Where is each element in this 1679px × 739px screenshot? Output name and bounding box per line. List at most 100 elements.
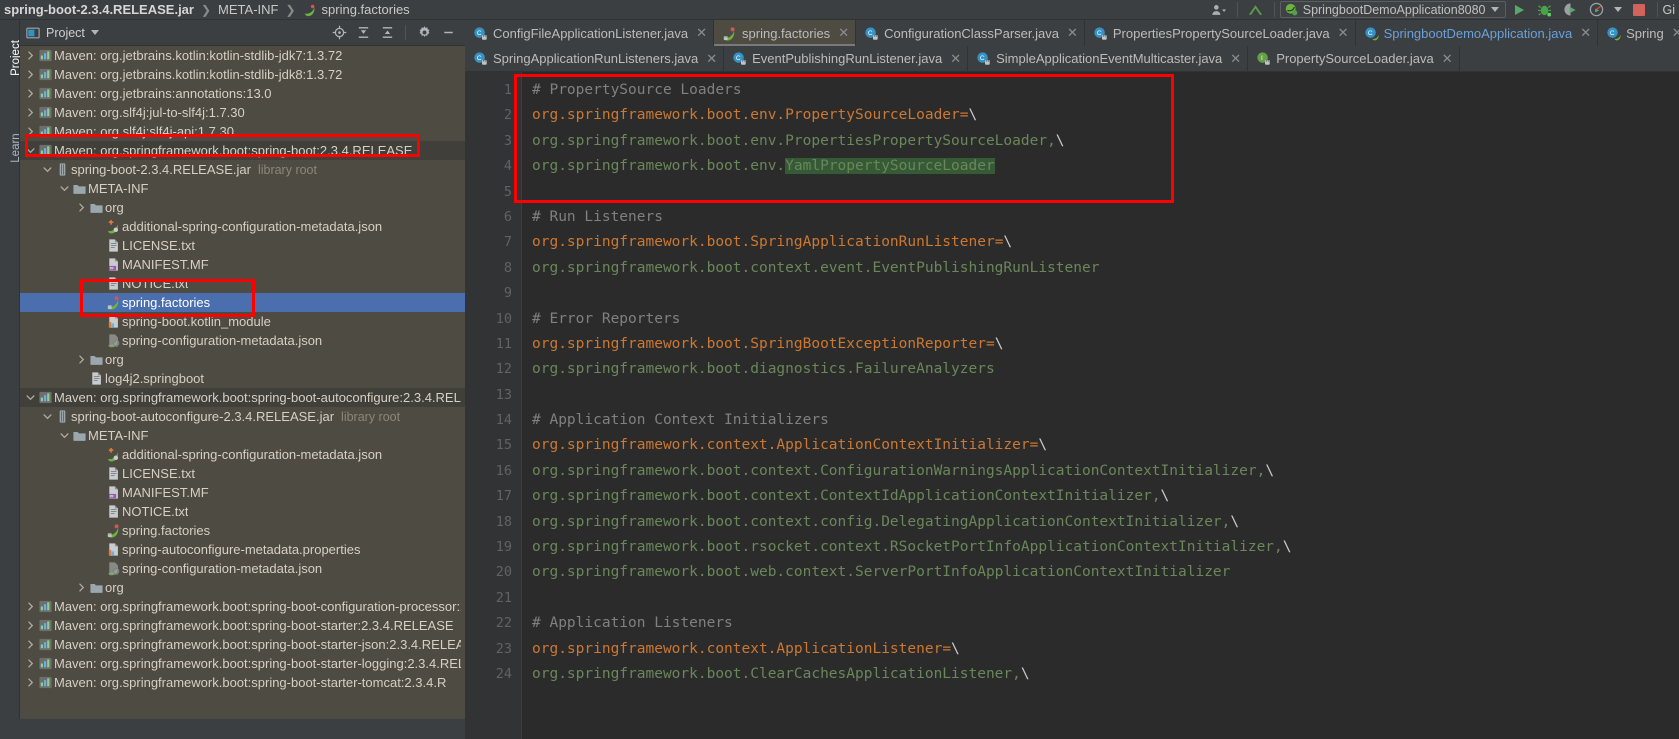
- editor-tab[interactable]: C ConfigFileApplicationListener.java ✕: [465, 20, 715, 46]
- code-content[interactable]: # PropertySource Loaders org.springframew…: [521, 72, 1679, 739]
- code-line[interactable]: org.springframework.boot.ClearCachesAppl…: [532, 662, 1679, 687]
- tree-row[interactable]: spring-boot-autoconfigure-2.3.4.RELEASE.…: [20, 407, 465, 426]
- code-line[interactable]: org.springframework.boot.diagnostics.Fai…: [532, 357, 1679, 382]
- search-everywhere-label[interactable]: Gi: [1663, 3, 1676, 17]
- tree-row[interactable]: org: [20, 350, 465, 369]
- code-line[interactable]: org.springframework.boot.SpringBootExcep…: [532, 332, 1679, 357]
- code-line[interactable]: # Application Context Initializers: [532, 408, 1679, 433]
- tree-row[interactable]: spring-boot.kotlin_module: [20, 312, 465, 331]
- tree-row[interactable]: Maven: org.springframework.boot:spring-b…: [20, 635, 465, 654]
- code-line[interactable]: org.springframework.boot.env.PropertySou…: [532, 103, 1679, 128]
- tree-row[interactable]: spring-boot-2.3.4.RELEASE.jar library roo…: [20, 160, 465, 179]
- tree-row[interactable]: spring.factories: [20, 521, 465, 540]
- tree-row[interactable]: LICENSE.txt: [20, 236, 465, 255]
- chevron-right-icon[interactable]: [24, 621, 37, 630]
- chevron-right-icon[interactable]: [24, 51, 37, 60]
- code-line[interactable]: org.springframework.boot.context.Context…: [532, 484, 1679, 509]
- tree-row[interactable]: spring-configuration-metadata.json: [20, 331, 465, 350]
- code-line[interactable]: [532, 281, 1679, 306]
- chevron-right-icon[interactable]: [75, 355, 88, 364]
- close-icon[interactable]: ✕: [1442, 51, 1453, 67]
- expand-all-icon[interactable]: [352, 22, 374, 44]
- code-line[interactable]: # Error Reporters: [532, 307, 1679, 332]
- chevron-right-icon[interactable]: [24, 602, 37, 611]
- debug-bug-icon[interactable]: [1532, 0, 1558, 20]
- code-line[interactable]: org.springframework.boot.context.config.…: [532, 510, 1679, 535]
- tree-row[interactable]: META-INF: [20, 179, 465, 198]
- tree-row[interactable]: NOTICE.txt: [20, 274, 465, 293]
- close-icon[interactable]: ✕: [1230, 51, 1241, 67]
- run-play-icon[interactable]: [1506, 0, 1532, 20]
- chevron-down-icon[interactable]: [58, 431, 71, 440]
- project-tree[interactable]: Maven: org.jetbrains.kotlin:kotlin-stdli…: [20, 46, 465, 692]
- tree-row[interactable]: Maven: org.jetbrains:annotations:13.0: [20, 84, 465, 103]
- tree-row[interactable]: Maven: org.jetbrains.kotlin:kotlin-stdli…: [20, 46, 465, 65]
- editor-tab[interactable]: C SpringbootDemoApplication.java ✕: [1355, 20, 1599, 46]
- locate-target-icon[interactable]: [328, 22, 350, 44]
- tree-row[interactable]: Maven: org.slf4j:slf4j-api:1.7.30: [20, 122, 465, 141]
- tree-row[interactable]: NOTICE.txt: [20, 502, 465, 521]
- hide-minus-icon[interactable]: [437, 22, 459, 44]
- tree-row[interactable]: MF MANIFEST.MF: [20, 483, 465, 502]
- tree-row[interactable]: LICENSE.txt: [20, 464, 465, 483]
- tree-row[interactable]: additional-spring-configuration-metadata…: [20, 445, 465, 464]
- chevron-down-icon[interactable]: [41, 165, 54, 174]
- chevron-right-icon[interactable]: [24, 659, 37, 668]
- chevron-down-icon[interactable]: [24, 393, 37, 402]
- breadcrumb-item-metainf[interactable]: META-INF: [218, 2, 278, 17]
- stop-square-icon[interactable]: [1626, 0, 1652, 20]
- profiler-icon[interactable]: [1584, 0, 1610, 20]
- chevron-right-icon[interactable]: [75, 203, 88, 212]
- green-arrow-up-icon[interactable]: [1243, 0, 1269, 20]
- tree-row[interactable]: Maven: org.springframework.boot:spring-b…: [20, 388, 465, 407]
- tree-row[interactable]: Maven: org.springframework.boot:spring-b…: [20, 616, 465, 635]
- editor-tab[interactable]: C SpringApplicationRunListeners.java ✕: [465, 46, 725, 71]
- chevron-right-icon[interactable]: [24, 678, 37, 687]
- code-line[interactable]: # PropertySource Loaders: [532, 78, 1679, 103]
- chevron-down-icon[interactable]: [58, 184, 71, 193]
- code-line[interactable]: # Application Listeners: [532, 611, 1679, 636]
- tree-row[interactable]: org: [20, 578, 465, 597]
- chevron-down-icon[interactable]: [90, 30, 99, 35]
- code-line[interactable]: org.springframework.boot.context.Configu…: [532, 459, 1679, 484]
- tree-row-selected[interactable]: spring.factories: [20, 293, 465, 312]
- code-line[interactable]: [532, 180, 1679, 205]
- editor-tab[interactable]: C SimpleApplicationEventMulticaster.java ✕: [968, 46, 1249, 71]
- close-icon[interactable]: ✕: [1338, 25, 1349, 41]
- editor-tab[interactable]: spring.factories ✕: [714, 20, 857, 46]
- chevron-down-icon[interactable]: [24, 146, 37, 155]
- code-line[interactable]: org.springframework.context.ApplicationC…: [532, 433, 1679, 458]
- editor-tab[interactable]: C EventPublishingRunListener.java ✕: [724, 46, 969, 71]
- chevron-down-icon[interactable]: [1613, 7, 1622, 12]
- code-line[interactable]: org.springframework.context.ApplicationL…: [532, 637, 1679, 662]
- code-line[interactable]: [532, 383, 1679, 408]
- close-icon[interactable]: ✕: [1580, 25, 1591, 41]
- tree-row[interactable]: Maven: org.slf4j:jul-to-slf4j:1.7.30: [20, 103, 465, 122]
- run-configuration-selector[interactable]: SpringbootDemoApplication8080: [1279, 1, 1506, 18]
- tree-row[interactable]: org: [20, 198, 465, 217]
- code-line[interactable]: org.springframework.boot.SpringApplicati…: [532, 230, 1679, 255]
- user-profile-icon[interactable]: [1206, 0, 1232, 20]
- project-panel-title[interactable]: Project: [46, 26, 85, 40]
- code-line[interactable]: org.springframework.boot.env.YamlPropert…: [532, 154, 1679, 179]
- tree-row[interactable]: META-INF: [20, 426, 465, 445]
- breadcrumb-item-jar[interactable]: spring-boot-2.3.4.RELEASE.jar: [4, 2, 194, 17]
- code-line[interactable]: org.springframework.boot.context.event.E…: [532, 256, 1679, 281]
- editor-tab[interactable]: C ConfigurationClassParser.java ✕: [856, 20, 1085, 46]
- tree-row[interactable]: Maven: org.springframework.boot:spring-b…: [20, 673, 465, 692]
- code-line[interactable]: org.springframework.boot.web.context.Ser…: [532, 560, 1679, 585]
- close-icon[interactable]: ✕: [1672, 25, 1679, 41]
- close-icon[interactable]: ✕: [838, 25, 849, 41]
- close-icon[interactable]: ✕: [950, 51, 961, 67]
- chevron-right-icon[interactable]: [75, 583, 88, 592]
- tree-row[interactable]: spring-autoconfigure-metadata.properties: [20, 540, 465, 559]
- collapse-all-icon[interactable]: [376, 22, 398, 44]
- chevron-right-icon[interactable]: [24, 70, 37, 79]
- close-icon[interactable]: ✕: [696, 25, 707, 41]
- breadcrumb-item-file[interactable]: spring.factories: [322, 2, 410, 17]
- chevron-right-icon[interactable]: [24, 108, 37, 117]
- chevron-right-icon[interactable]: [24, 127, 37, 136]
- tree-row[interactable]: log4j2.springboot: [20, 369, 465, 388]
- editor-tab[interactable]: C PropertiesPropertySourceLoader.java ✕: [1084, 20, 1356, 46]
- chevron-right-icon[interactable]: [24, 89, 37, 98]
